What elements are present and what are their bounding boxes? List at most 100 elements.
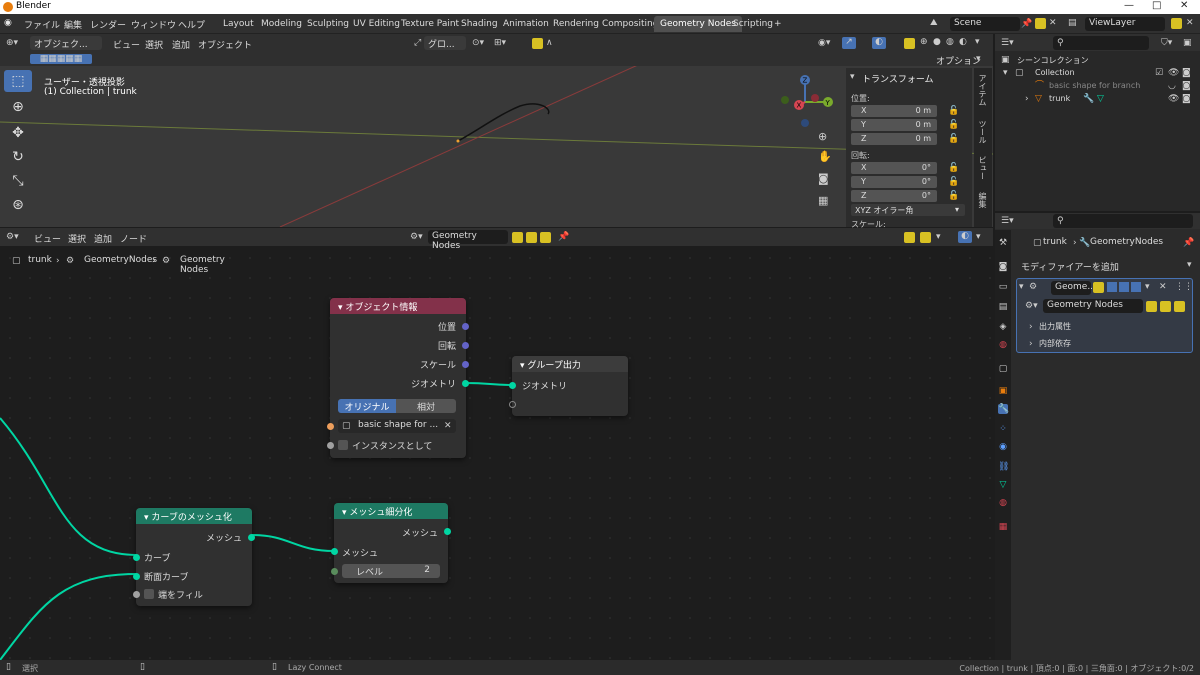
ortho-toggle-icon[interactable]: ▦ <box>818 195 828 206</box>
minimize-button[interactable]: — <box>1124 0 1134 11</box>
mode-relative-button[interactable]: 相対 <box>396 399 456 413</box>
duplicate-node-group-button[interactable] <box>1160 301 1171 312</box>
gizmo-toggle-icon[interactable]: ↗ <box>842 37 856 49</box>
delete-scene-icon[interactable]: ✕ <box>1049 18 1057 28</box>
outliner-search-input[interactable] <box>1053 36 1149 50</box>
shading-solid-icon[interactable]: ● <box>933 37 941 47</box>
outliner-item-basic-shape[interactable]: ⌒ basic shape for branch ◡ ◙ <box>995 80 1200 93</box>
collection-tab-icon[interactable]: ▢ <box>998 364 1008 374</box>
transform-orientation-icon[interactable]: ⤢ <box>414 38 421 48</box>
render-toggle-icon[interactable] <box>1131 282 1141 292</box>
navigation-gizmo[interactable]: Z Y X <box>778 72 838 132</box>
expand-arrow-icon[interactable]: › <box>1025 94 1029 104</box>
drag-handle-icon[interactable]: ⋮⋮ <box>1175 282 1193 292</box>
properties-search-input[interactable] <box>1053 214 1193 228</box>
group-output-header[interactable]: ▾ グループ出力 <box>512 356 628 372</box>
cage-toggle-icon[interactable] <box>1107 282 1117 292</box>
delete-viewlayer-icon[interactable]: ✕ <box>1186 18 1194 28</box>
viewport-menu-view[interactable]: ビュー <box>113 38 140 51</box>
scale-socket[interactable] <box>462 361 469 368</box>
scene-tab-icon[interactable]: ◈ <box>998 322 1008 332</box>
group-output-geometry-socket[interactable] <box>509 382 516 389</box>
overlay-toggle-icon[interactable]: ◐ <box>872 37 886 49</box>
collection-checkbox-icon[interactable]: ☑ <box>1155 68 1163 78</box>
viewport-toggle-icon[interactable] <box>1119 282 1129 292</box>
particles-tab-icon[interactable]: ⁘ <box>998 424 1008 434</box>
lock-rotation-z-icon[interactable]: 🔓 <box>948 191 959 201</box>
node-editor-type-icon[interactable]: ⚙▾ <box>6 232 19 242</box>
node-group-field[interactable]: Geometry Nodes <box>1043 299 1143 313</box>
node-tree-unlink-button[interactable] <box>540 232 551 243</box>
viewport-menu-select[interactable]: 選択 <box>145 38 163 51</box>
output-tab-icon[interactable]: ▭ <box>998 282 1008 292</box>
fake-user-button[interactable] <box>1146 301 1157 312</box>
falloff-icon[interactable]: ∧ <box>546 38 553 48</box>
menu-window[interactable]: ウィンドウ <box>131 18 176 31</box>
outliner-scene-collection[interactable]: ▣ シーンコレクション <box>995 54 1200 67</box>
menu-render[interactable]: レンダー <box>90 18 126 31</box>
subdivide-output-socket[interactable] <box>444 528 451 535</box>
tool-tab-icon[interactable]: ⚒ <box>998 238 1008 248</box>
scene-name-field[interactable]: Scene <box>950 17 1020 31</box>
move-tool[interactable]: ✥ <box>4 122 32 144</box>
expand-arrow-icon[interactable]: ▾ <box>1003 68 1008 78</box>
modifier-menu-icon[interactable]: ▾ <box>1145 282 1150 292</box>
xray-toggle-button[interactable] <box>904 38 915 49</box>
scene-icon[interactable]: ⛰ <box>930 18 938 28</box>
select-box-tool[interactable]: ⬚ <box>4 70 32 92</box>
shading-wireframe-icon[interactable]: ⊕ <box>920 37 928 47</box>
select-mode-icons[interactable]: ▦▦▦▦▦ <box>30 54 92 64</box>
node-snap-mode-button[interactable] <box>920 232 931 243</box>
object-render-icon[interactable]: ◙ <box>1182 94 1191 104</box>
pan-view-icon[interactable]: ✋ <box>818 151 832 162</box>
visibility-icon[interactable]: ◉▾ <box>818 38 830 48</box>
blender-menu-icon[interactable]: ◉ <box>4 18 12 28</box>
lock-location-x-icon[interactable]: 🔓 <box>948 106 959 116</box>
object-tab-icon[interactable]: ▣ <box>998 386 1008 396</box>
pivot-icon[interactable]: ⊙▾ <box>472 38 484 48</box>
view-layer-tab-icon[interactable]: ▤ <box>998 302 1008 312</box>
viewport-menu-object[interactable]: オブジェクト <box>198 38 252 51</box>
node-tree-name-field[interactable]: Geometry Nodes <box>428 230 508 251</box>
object-info-node[interactable]: ▾ オブジェクト情報 位置 回転 スケール ジオメトリ オリジナル 相対 ▢ b… <box>327 298 469 458</box>
geometry-output-socket[interactable] <box>462 380 469 387</box>
as-instance-socket[interactable] <box>327 442 334 449</box>
group-output-node[interactable]: ▾ グループ出力 ジオメトリ <box>509 356 628 416</box>
edit-mode-toggle[interactable] <box>1093 282 1104 293</box>
location-y-field[interactable]: Y0 m <box>851 119 937 131</box>
node-editor[interactable]: ▾ オブジェクト情報 位置 回転 スケール ジオメトリ オリジナル 相対 ▢ b… <box>0 228 993 660</box>
tab-item[interactable]: アイテム <box>977 74 988 106</box>
curve-input-socket[interactable] <box>133 554 140 561</box>
node-tree-fake-user-button[interactable] <box>512 232 523 243</box>
object-info-header[interactable]: ▾ オブジェクト情報 <box>330 298 466 314</box>
rotation-socket[interactable] <box>462 342 469 349</box>
tab-modeling[interactable]: Modeling <box>255 16 308 32</box>
pin-icon[interactable]: 📌 <box>1183 238 1194 248</box>
expand-arrow-icon[interactable]: › <box>1029 322 1033 332</box>
hidden-object-icon[interactable]: ◡ <box>1168 81 1176 91</box>
lock-rotation-y-icon[interactable]: 🔓 <box>948 177 959 187</box>
scale-tool[interactable]: ⤡ <box>4 170 32 192</box>
outliner-collection[interactable]: ▾ ▢ Collection ☑ 👁 ◙ <box>995 67 1200 80</box>
fill-caps-socket[interactable] <box>133 591 140 598</box>
magnet-icon[interactable]: ▾ <box>936 232 941 242</box>
pin-icon[interactable]: 📌 <box>1021 19 1032 29</box>
collection-render-icon[interactable]: ◙ <box>1182 68 1191 78</box>
node-menu-add[interactable]: 追加 <box>94 232 112 245</box>
viewlayer-icon[interactable]: ▤ <box>1068 18 1077 28</box>
snap-icon[interactable]: ⊞▾ <box>494 38 506 48</box>
modifier-name-field[interactable]: Geome... <box>1051 281 1096 295</box>
new-viewlayer-button[interactable] <box>1171 18 1182 29</box>
subdivide-mesh-header[interactable]: ▾ メッシュ細分化 <box>334 503 448 519</box>
constraints-tab-icon[interactable]: ⛓ <box>998 462 1009 472</box>
new-scene-button[interactable] <box>1035 18 1046 29</box>
properties-editor-type-icon[interactable]: ☰▾ <box>1001 216 1014 226</box>
clear-object-icon[interactable]: ✕ <box>444 421 452 431</box>
world-tab-icon[interactable]: ◍ <box>998 340 1008 350</box>
maximize-button[interactable]: □ <box>1152 0 1161 11</box>
node-overlay-icon[interactable]: ◐ <box>958 231 972 243</box>
object-visibility-icon[interactable]: 👁 <box>1168 94 1179 104</box>
tab-edit[interactable]: 編集 <box>977 192 988 208</box>
node-snap-button[interactable] <box>904 232 915 243</box>
tab-layout[interactable]: Layout <box>217 16 260 32</box>
